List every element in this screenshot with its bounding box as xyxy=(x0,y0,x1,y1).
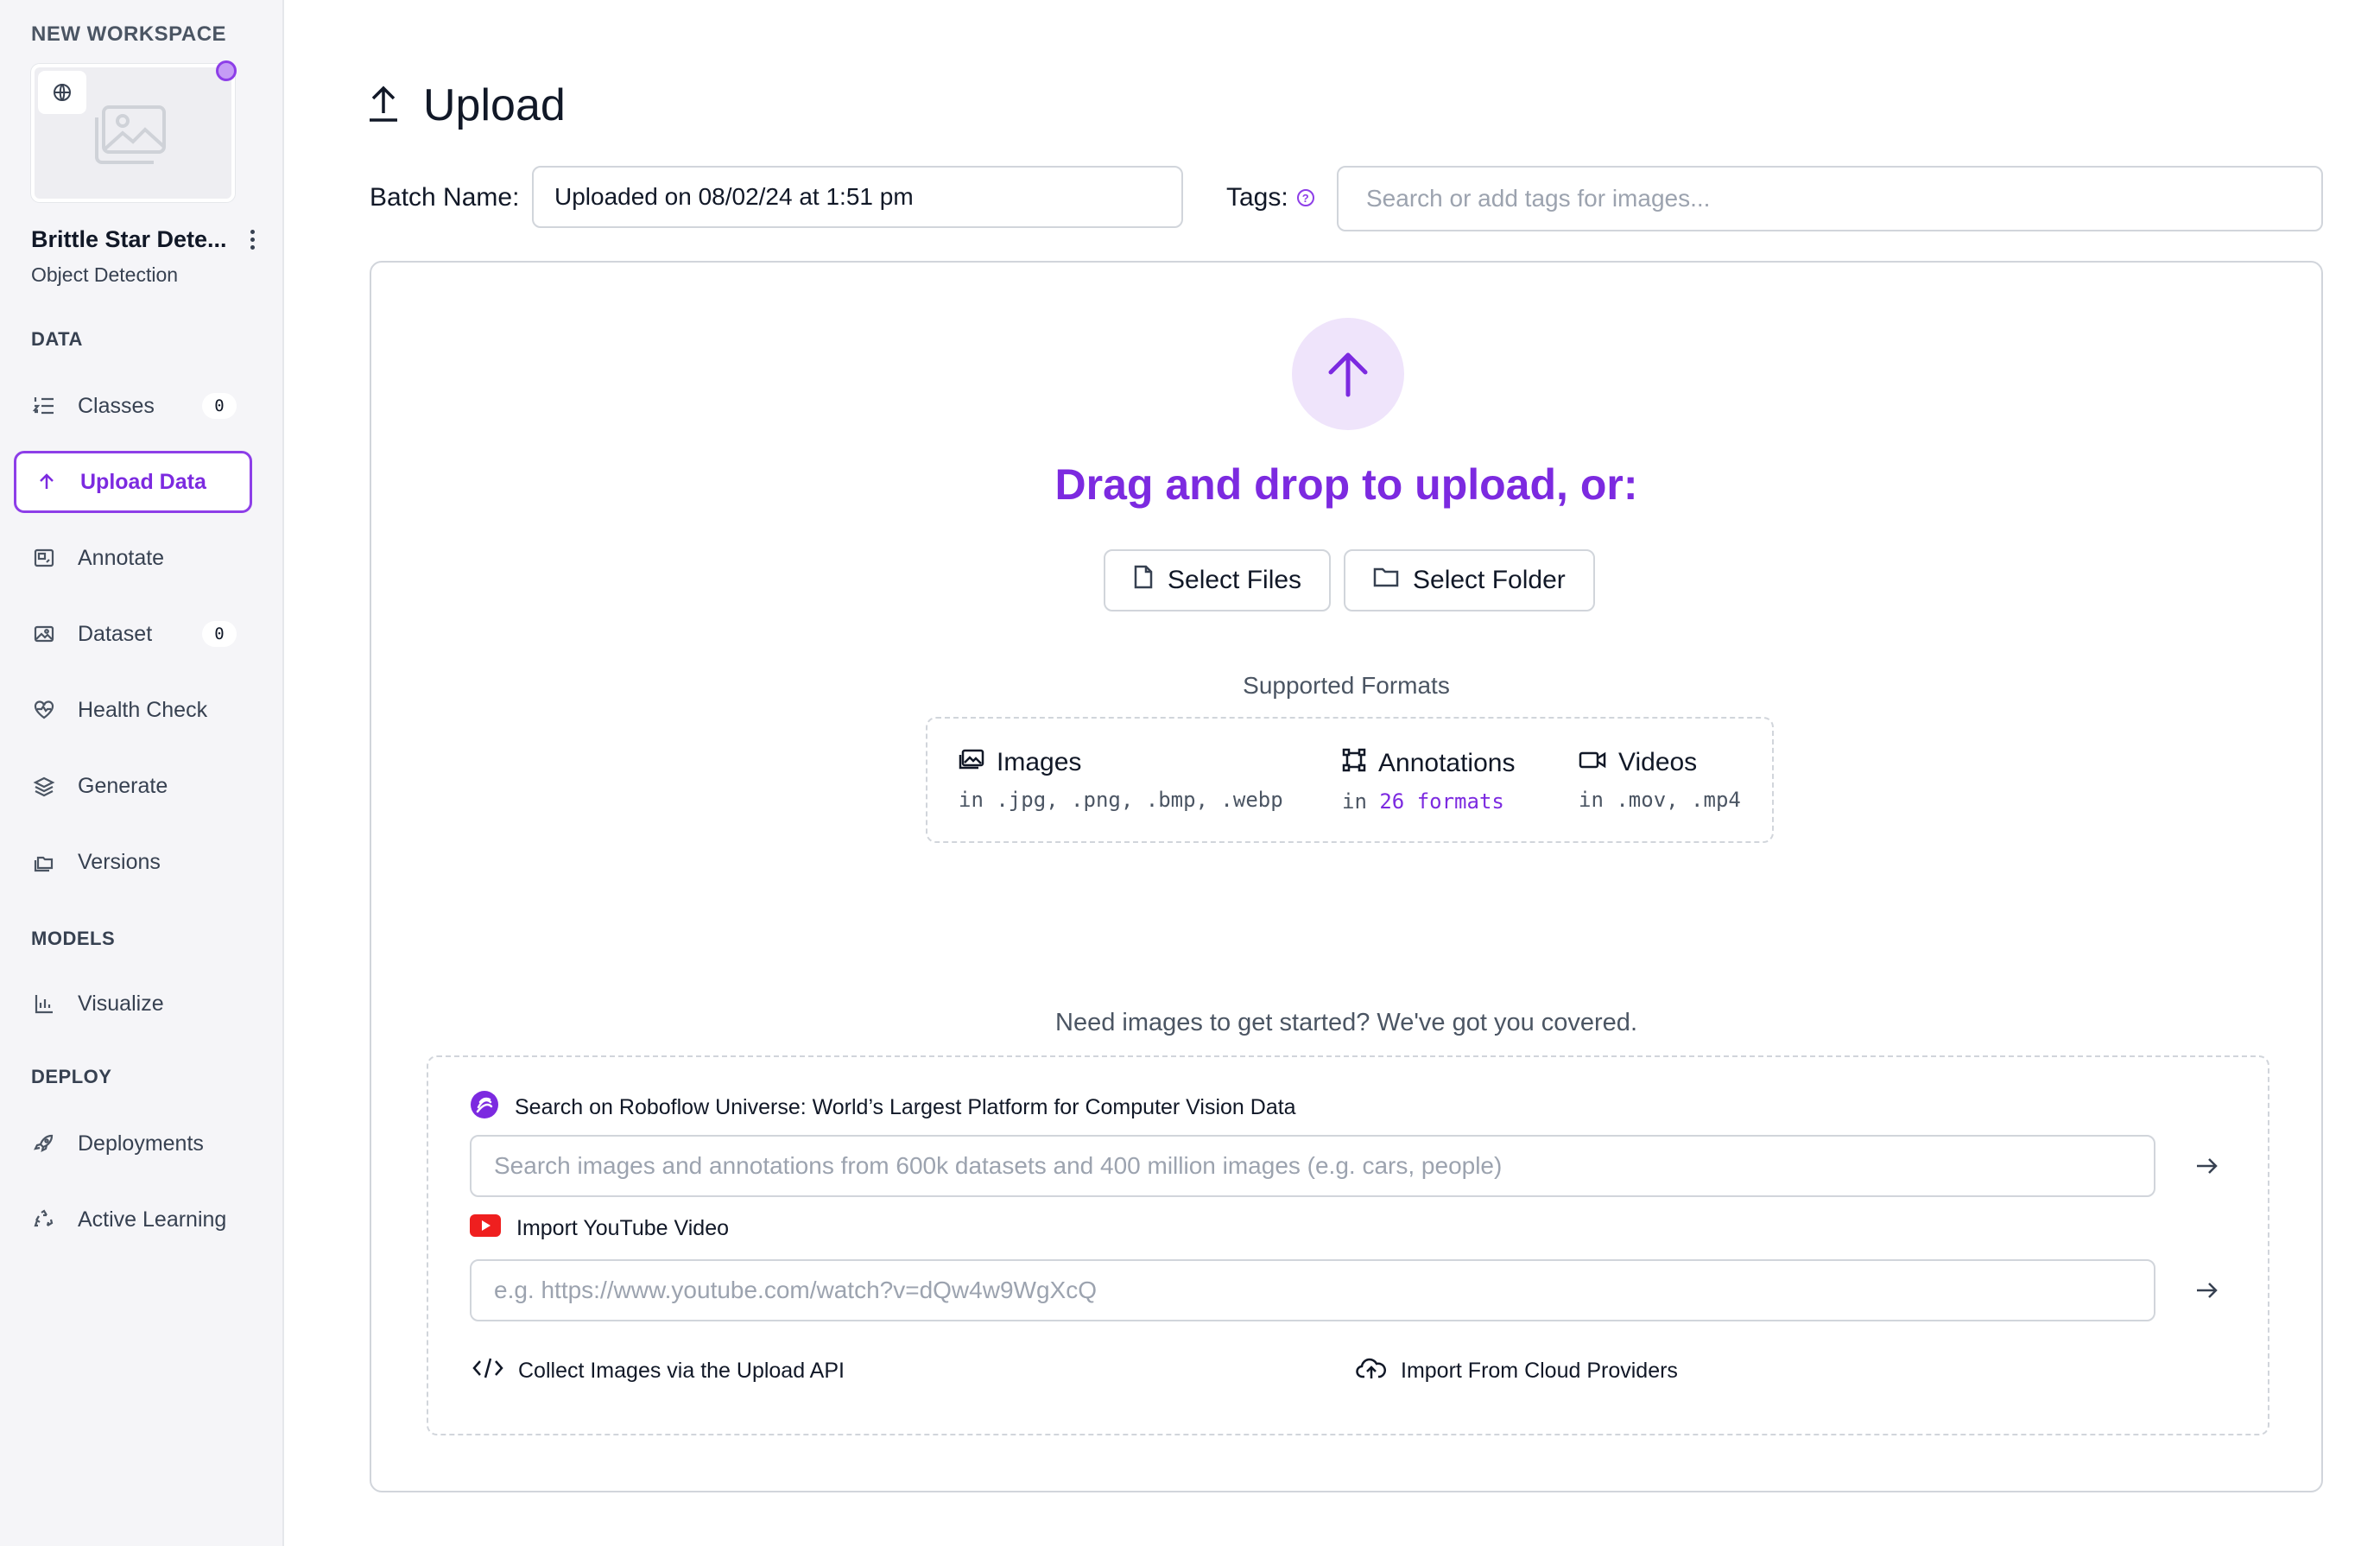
workspace-label: NEW WORKSPACE xyxy=(31,22,227,46)
upload-api-link-text: Collect Images via the Upload API xyxy=(518,1359,845,1383)
project-thumbnail[interactable] xyxy=(31,64,235,202)
upload-dropzone[interactable]: Drag and drop to upload, or: Select File… xyxy=(370,261,2323,1492)
recycle-icon xyxy=(31,1207,57,1232)
sidebar-item-visualize[interactable]: Visualize xyxy=(14,973,252,1035)
tags-label: Tags: ? xyxy=(1226,183,1314,212)
image-placeholder-icon xyxy=(93,105,166,168)
supported-formats-title: Supported Formats xyxy=(1243,672,1450,699)
youtube-url-input[interactable] xyxy=(470,1259,2155,1321)
cloud-upload-icon xyxy=(1356,1356,1387,1386)
dropzone-headline: Drag and drop to upload, or: xyxy=(1054,460,1638,509)
youtube-label-text: Import YouTube Video xyxy=(516,1216,730,1240)
youtube-label: Import YouTube Video xyxy=(470,1214,729,1243)
sidebar-item-label: Classes xyxy=(78,393,155,418)
sidebar-item-versions[interactable]: Versions xyxy=(14,831,252,893)
format-title: Images xyxy=(997,748,1082,776)
select-folder-button[interactable]: Select Folder xyxy=(1344,549,1595,611)
format-videos: Videos in .mov, .mp4 xyxy=(1579,748,1741,812)
supported-formats-box: Images in .jpg, .png, .bmp, .webp Annota… xyxy=(926,717,1774,843)
format-images: Images in .jpg, .png, .bmp, .webp xyxy=(959,748,1283,812)
sidebar-item-generate[interactable]: Generate xyxy=(14,755,252,817)
more-options-icon[interactable] xyxy=(244,226,261,252)
sidebar-item-upload-data[interactable]: Upload Data xyxy=(14,451,252,513)
tags-input[interactable] xyxy=(1337,166,2323,231)
upload-api-link[interactable]: Collect Images via the Upload API xyxy=(472,1356,845,1386)
resources-intro: Need images to get started? We've got yo… xyxy=(1055,1009,1637,1036)
project-name[interactable]: Brittle Star Dete... xyxy=(31,226,227,253)
format-annotations: Annotations in 26 formats xyxy=(1342,748,1515,814)
status-dot xyxy=(216,60,237,81)
count-badge: 0 xyxy=(202,621,237,647)
select-files-button[interactable]: Select Files xyxy=(1104,549,1332,611)
sidebar-item-label: Annotate xyxy=(78,545,165,570)
universe-label: Search on Roboflow Universe: World’s Lar… xyxy=(470,1090,1296,1125)
format-desc: in .mov, .mp4 xyxy=(1579,788,1741,812)
format-desc: in .jpg, .png, .bmp, .webp xyxy=(959,788,1283,812)
sidebar-item-label: Upload Data xyxy=(80,469,206,494)
universe-search-input[interactable] xyxy=(470,1135,2155,1197)
section-data: DATA xyxy=(31,328,83,350)
sidebar-item-label: Generate xyxy=(78,773,168,798)
count-badge: 0 xyxy=(202,393,237,419)
roboflow-universe-icon xyxy=(470,1090,499,1125)
page-title-text: Upload xyxy=(423,80,566,130)
video-icon xyxy=(1579,748,1606,777)
heart-pulse-icon xyxy=(31,697,57,723)
sidebar-item-classes[interactable]: Classes 0 xyxy=(14,375,252,437)
upload-icon xyxy=(366,84,401,128)
youtube-import-arrow-icon[interactable] xyxy=(2190,1273,2225,1308)
section-deploy: DEPLOY xyxy=(31,1066,112,1087)
sidebar-item-dataset[interactable]: Dataset 0 xyxy=(14,603,252,665)
section-models: MODELS xyxy=(31,928,116,949)
sidebar-item-label: Visualize xyxy=(78,991,164,1016)
sidebar-item-label: Deployments xyxy=(78,1131,204,1156)
universe-label-text: Search on Roboflow Universe: World’s Lar… xyxy=(515,1095,1296,1119)
select-files-label: Select Files xyxy=(1168,566,1302,594)
formats-link[interactable]: 26 formats xyxy=(1379,789,1504,814)
batch-name-input[interactable] xyxy=(532,166,1183,228)
sidebar-item-annotate[interactable]: Annotate xyxy=(14,527,252,589)
rocket-icon xyxy=(31,1131,57,1156)
batch-name-label: Batch Name: xyxy=(370,183,520,212)
sidebar-item-active-learning[interactable]: Active Learning xyxy=(14,1188,252,1251)
help-icon[interactable]: ? xyxy=(1296,189,1314,206)
upload-arrow-icon xyxy=(1292,318,1404,430)
format-title: Annotations xyxy=(1378,749,1516,777)
image-icon xyxy=(959,748,984,777)
annotate-icon xyxy=(31,545,57,571)
format-desc: in 26 formats xyxy=(1342,789,1515,814)
tags-label-text: Tags: xyxy=(1226,183,1288,212)
sidebar: NEW WORKSPACE Brittle Star Dete... Objec… xyxy=(0,0,284,1546)
format-prefix: in xyxy=(1342,789,1367,814)
layers-icon xyxy=(31,773,57,799)
youtube-icon xyxy=(470,1214,501,1243)
globe-icon[interactable] xyxy=(38,71,86,114)
select-folder-label: Select Folder xyxy=(1413,566,1566,594)
code-icon xyxy=(472,1356,504,1386)
images-icon xyxy=(31,621,57,647)
resources-box: Search on Roboflow Universe: World’s Lar… xyxy=(427,1055,2269,1435)
sidebar-item-label: Dataset xyxy=(78,621,153,646)
cloud-providers-link[interactable]: Import From Cloud Providers xyxy=(1356,1356,1678,1386)
folder-icon xyxy=(1373,566,1399,595)
sidebar-item-deployments[interactable]: Deployments xyxy=(14,1112,252,1175)
format-title: Videos xyxy=(1618,748,1698,776)
file-icon xyxy=(1133,564,1154,597)
page-title: Upload xyxy=(366,79,566,131)
arrow-up-icon xyxy=(34,469,60,495)
sidebar-item-health-check[interactable]: Health Check xyxy=(14,679,252,741)
bounding-box-icon xyxy=(1342,748,1366,779)
sidebar-item-label: Health Check xyxy=(78,697,208,722)
chart-icon xyxy=(31,991,57,1017)
sidebar-item-label: Versions xyxy=(78,849,161,874)
list-icon xyxy=(31,393,57,419)
universe-search-arrow-icon[interactable] xyxy=(2190,1149,2225,1183)
folders-icon xyxy=(31,849,57,875)
sidebar-item-label: Active Learning xyxy=(78,1207,227,1232)
project-type: Object Detection xyxy=(31,263,179,286)
cloud-providers-link-text: Import From Cloud Providers xyxy=(1401,1359,1678,1383)
